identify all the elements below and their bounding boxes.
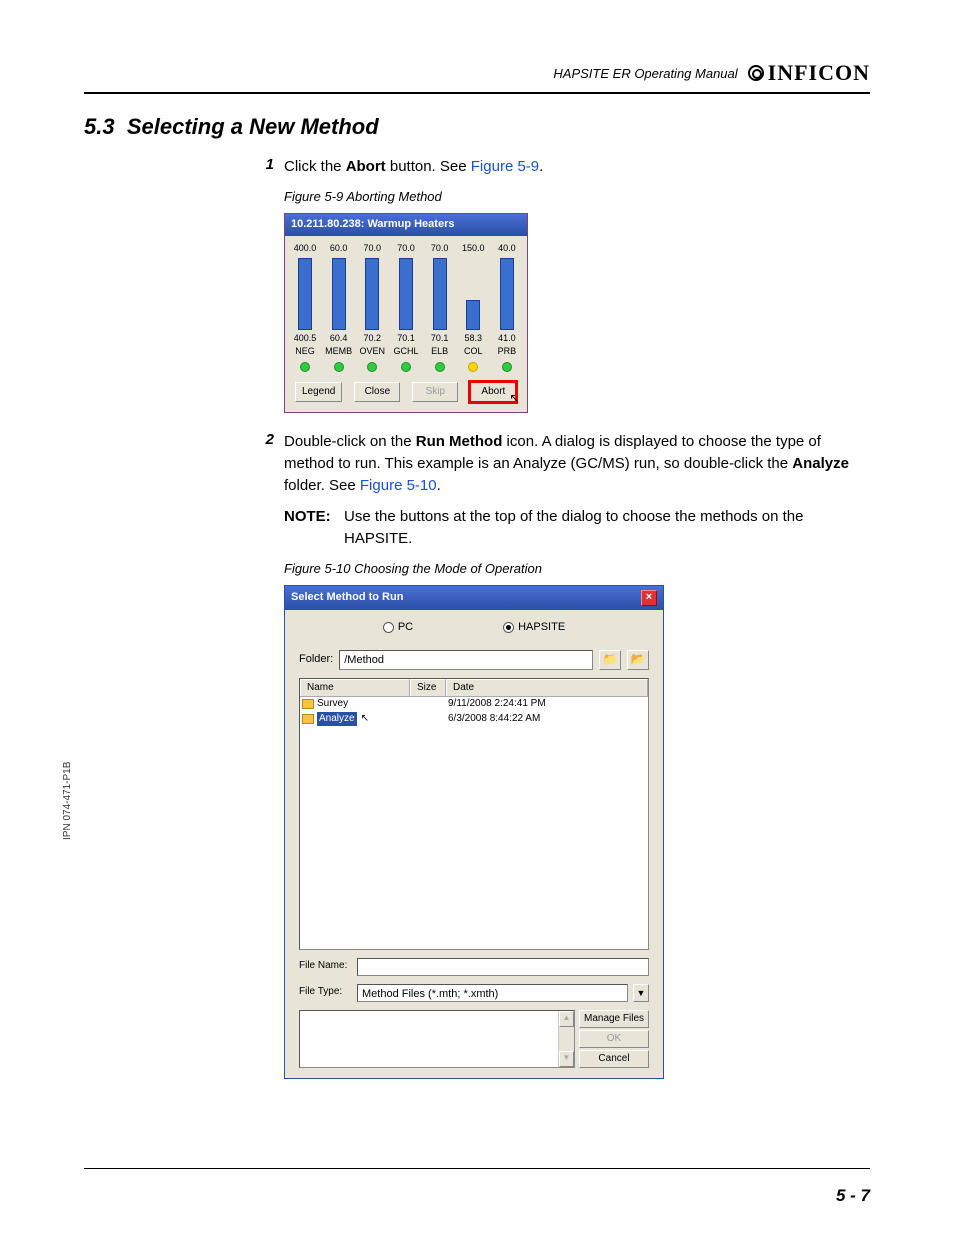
filetype-select[interactable]: Method Files (*.mth; *.xmth) bbox=[357, 984, 628, 1002]
heater-bar: 70.070.1GCHL bbox=[392, 242, 420, 372]
heater-bar: 150.058.3COL bbox=[459, 242, 487, 372]
folder-icon bbox=[302, 699, 314, 709]
close-button[interactable]: Close bbox=[354, 382, 400, 403]
scroll-up-icon[interactable]: ▲ bbox=[559, 1011, 574, 1027]
heater-bar-row: 400.0400.5NEG60.060.4MEMB70.070.2OVEN70.… bbox=[289, 242, 523, 372]
radio-icon bbox=[383, 622, 394, 633]
list-item[interactable]: Survey9/11/2008 2:24:41 PM bbox=[300, 697, 648, 712]
up-folder-button[interactable]: 📁 bbox=[599, 650, 621, 670]
figure-5-10-caption: Figure 5-10 Choosing the Mode of Operati… bbox=[284, 560, 860, 579]
heater-bar: 70.070.1ELB bbox=[426, 242, 454, 372]
folder-label: Folder: bbox=[299, 652, 333, 668]
col-name[interactable]: Name bbox=[300, 679, 410, 697]
folder-input[interactable]: /Method bbox=[339, 650, 593, 670]
heater-bar: 40.041.0PRB bbox=[493, 242, 521, 372]
step-1: 1 Click the Abort button. See Figure 5-9… bbox=[252, 156, 860, 413]
step-body: Click the Abort button. See Figure 5-9. … bbox=[284, 156, 860, 413]
step-number: 1 bbox=[252, 156, 284, 413]
status-dot bbox=[367, 362, 377, 372]
manual-title: HAPSITE ER Operating Manual bbox=[553, 66, 737, 81]
radio-icon bbox=[503, 622, 514, 633]
page-header: HAPSITE ER Operating Manual INFICON bbox=[84, 60, 870, 94]
figure-5-9: 10.211.80.238: Warmup Heaters 400.0400.5… bbox=[284, 213, 528, 414]
close-icon[interactable]: × bbox=[641, 590, 657, 606]
radio-hapsite[interactable]: HAPSITE bbox=[503, 620, 565, 636]
legend-button[interactable]: Legend bbox=[295, 382, 342, 403]
cursor-icon: ↖ bbox=[361, 712, 369, 727]
heater-bar: 400.0400.5NEG bbox=[291, 242, 319, 372]
filename-input[interactable] bbox=[357, 958, 649, 976]
filename-label: File Name: bbox=[299, 959, 351, 974]
folder-icon bbox=[302, 714, 314, 724]
figure-link[interactable]: Figure 5-9 bbox=[471, 158, 539, 175]
brand-text: INFICON bbox=[768, 60, 870, 86]
figure-link[interactable]: Figure 5-10 bbox=[360, 477, 437, 494]
chevron-down-icon[interactable]: ▼ bbox=[633, 984, 649, 1002]
step-body: Double-click on the Run Method icon. A d… bbox=[284, 431, 860, 1079]
figure-5-10: Select Method to Run × PC HAPSITE Folder… bbox=[284, 585, 664, 1079]
col-size[interactable]: Size bbox=[410, 679, 446, 697]
dialog-title-bar: Select Method to Run × bbox=[285, 586, 663, 610]
status-dot bbox=[468, 362, 478, 372]
filetype-label: File Type: bbox=[299, 985, 351, 1000]
abort-button[interactable]: Abort ↖ bbox=[470, 382, 516, 403]
scroll-down-icon[interactable]: ▼ bbox=[559, 1051, 574, 1067]
figure-5-9-caption: Figure 5-9 Aborting Method bbox=[284, 188, 860, 207]
col-date[interactable]: Date bbox=[446, 679, 648, 697]
note-block: NOTE: Use the buttons at the top of the … bbox=[284, 506, 860, 550]
list-header: Name Size Date bbox=[300, 679, 648, 698]
heater-bar: 60.060.4MEMB bbox=[325, 242, 353, 372]
status-dot bbox=[334, 362, 344, 372]
side-ipn: IPN 074-471-P1B bbox=[62, 762, 73, 840]
cursor-icon: ↖ bbox=[509, 390, 519, 407]
radio-pc[interactable]: PC bbox=[383, 620, 413, 636]
list-item[interactable]: Analyze↖6/3/2008 8:44:22 AM bbox=[300, 712, 648, 727]
section-heading: 5.3 Selecting a New Method bbox=[84, 114, 870, 140]
skip-button: Skip bbox=[412, 382, 458, 403]
brand-icon bbox=[748, 65, 764, 81]
warmup-heaters-title: 10.211.80.238: Warmup Heaters bbox=[285, 214, 527, 236]
brand-logo: INFICON bbox=[748, 60, 870, 86]
manage-files-button[interactable]: Manage Files bbox=[579, 1010, 649, 1028]
file-list[interactable]: Name Size Date Survey9/11/2008 2:24:41 P… bbox=[300, 679, 648, 949]
new-folder-button[interactable]: 📂 bbox=[627, 650, 649, 670]
step-2: 2 Double-click on the Run Method icon. A… bbox=[252, 431, 860, 1079]
note-text: Use the buttons at the top of the dialog… bbox=[344, 506, 860, 550]
scrollbar[interactable]: ▲ ▼ bbox=[558, 1011, 574, 1067]
ok-button: OK bbox=[579, 1030, 649, 1048]
note-label: NOTE: bbox=[284, 506, 344, 550]
heater-bar: 70.070.2OVEN bbox=[358, 242, 386, 372]
status-dot bbox=[502, 362, 512, 372]
cancel-button[interactable]: Cancel bbox=[579, 1050, 649, 1068]
message-box: ▲ ▼ bbox=[299, 1010, 575, 1068]
page-number: 5 - 7 bbox=[836, 1186, 870, 1206]
footer-rule bbox=[84, 1168, 870, 1169]
dialog-title: Select Method to Run bbox=[291, 590, 403, 606]
status-dot bbox=[435, 362, 445, 372]
status-dot bbox=[300, 362, 310, 372]
status-dot bbox=[401, 362, 411, 372]
step-number: 2 bbox=[252, 431, 284, 1079]
